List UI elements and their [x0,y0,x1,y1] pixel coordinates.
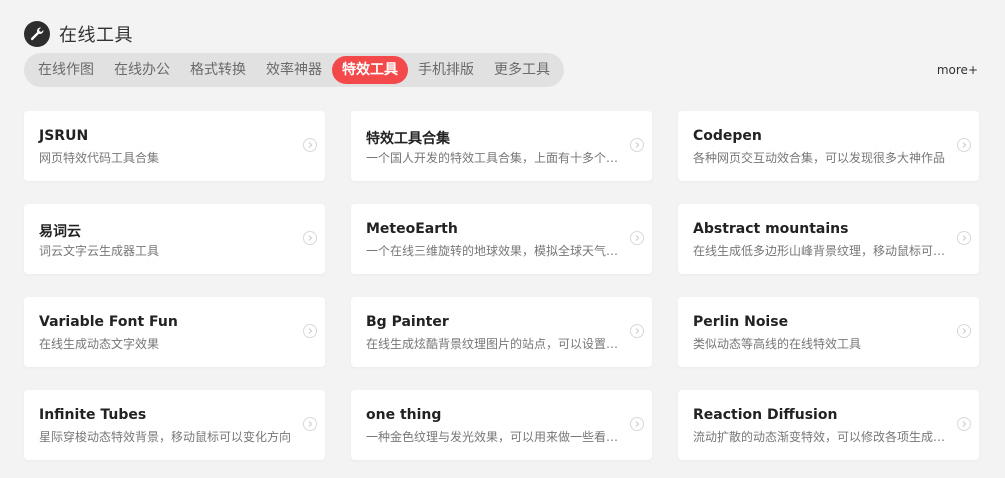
tab-4[interactable]: 效率神器 [256,56,332,84]
tool-card-title: Variable Font Fun [39,314,178,330]
tool-card-title: Infinite Tubes [39,407,147,423]
chevron-right-icon [303,138,317,152]
tab-3[interactable]: 格式转换 [180,56,256,84]
tool-card[interactable]: Variable Font Fun 在线生成动态文字效果 [24,297,325,367]
chevron-right-icon [957,324,971,338]
section-title: 在线工具 [59,25,133,46]
chevron-right-icon [303,231,317,245]
tab-5[interactable]: 特效工具 [332,56,408,84]
chevron-right-icon [630,231,644,245]
tool-card[interactable]: MeteoEarth 一个在线三维旋转的地球效果，模拟全球天气预报 [351,204,652,274]
more-link[interactable]: more+ [937,63,978,77]
chevron-right-icon [303,417,317,431]
tool-card[interactable]: 特效工具合集一个国人开发的特效工具合集，上面有十多个特效工具 [351,111,652,181]
chevron-right-icon [957,417,971,431]
tool-card-description: 类似动态等高线的在线特效工具 [693,337,862,351]
tool-card-title: Abstract mountains [693,221,849,237]
tool-card[interactable]: Codepen 各种网页交互动效合集，可以发现很多大神作品 [678,111,979,181]
chevron-right-icon [303,324,317,338]
tool-card-title: Bg Painter [366,314,449,330]
tool-card-description: 各种网页交互动效合集，可以发现很多大神作品 [693,151,946,165]
tool-card[interactable]: 易词云词云文字云生成器工具 [24,204,325,274]
tool-card-title: MeteoEarth [366,221,458,237]
tool-card-description: 在线生成炫酷背景纹理图片的站点，可以设置颜色 [366,337,628,351]
tool-card-title: Codepen [693,128,762,144]
tab-2[interactable]: 在线办公 [104,56,180,84]
tool-card-title: Perlin Noise [693,314,789,330]
tab-7[interactable]: 更多工具 [484,56,560,84]
tool-card[interactable]: Infinite Tubes 星际穿梭动态特效背景，移动鼠标可以变化方向 [24,390,325,460]
tool-card[interactable]: one thing 一种金色纹理与发光效果，可以用来做一些看不懂的背景 [351,390,652,460]
tool-card-description: 在线生成动态文字效果 [39,337,160,351]
chevron-right-icon [630,417,644,431]
tab-1[interactable]: 在线作图 [28,56,104,84]
tool-card-description: 网页特效代码工具合集 [39,151,160,165]
tool-card-description: 流动扩散的动态渐变特效，可以修改各项生成参数 [693,430,955,444]
tool-card-description: 词云文字云生成器工具 [39,244,160,258]
chevron-right-icon [630,324,644,338]
tool-card-title: 特效工具合集 [366,131,450,147]
wrench-icon [24,21,50,47]
tool-card-title: one thing [366,407,442,423]
tool-card-description: 一个在线三维旋转的地球效果，模拟全球天气预报 [366,244,628,258]
section-header: 在线工具 [24,21,133,47]
tab-6[interactable]: 手机排版 [408,56,484,84]
tool-card-description: 在线生成低多边形山峰背景纹理，移动鼠标可以调整 [693,244,955,258]
chevron-right-icon [957,231,971,245]
tool-card-title: 易词云 [39,224,81,240]
tool-card[interactable]: Perlin Noise 类似动态等高线的在线特效工具 [678,297,979,367]
tool-card-title: JSRUN [39,128,89,144]
tool-card-description: 一个国人开发的特效工具合集，上面有十多个特效工具 [366,151,628,165]
tool-card-description: 星际穿梭动态特效背景，移动鼠标可以变化方向 [39,430,292,444]
tool-card[interactable]: Reaction Diffusion 流动扩散的动态渐变特效，可以修改各项生成参数 [678,390,979,460]
chevron-right-icon [630,138,644,152]
tool-card-description: 一种金色纹理与发光效果，可以用来做一些看不懂的背景 [366,430,628,444]
tool-card[interactable]: JSRUN 网页特效代码工具合集 [24,111,325,181]
tool-card-title: Reaction Diffusion [693,407,838,423]
category-tabs: 在线作图 在线办公 格式转换 效率神器 特效工具 手机排版 更多工具 [24,53,564,87]
tool-card[interactable]: Abstract mountains 在线生成低多边形山峰背景纹理，移动鼠标可以调… [678,204,979,274]
chevron-right-icon [957,138,971,152]
tool-card[interactable]: Bg Painter 在线生成炫酷背景纹理图片的站点，可以设置颜色 [351,297,652,367]
